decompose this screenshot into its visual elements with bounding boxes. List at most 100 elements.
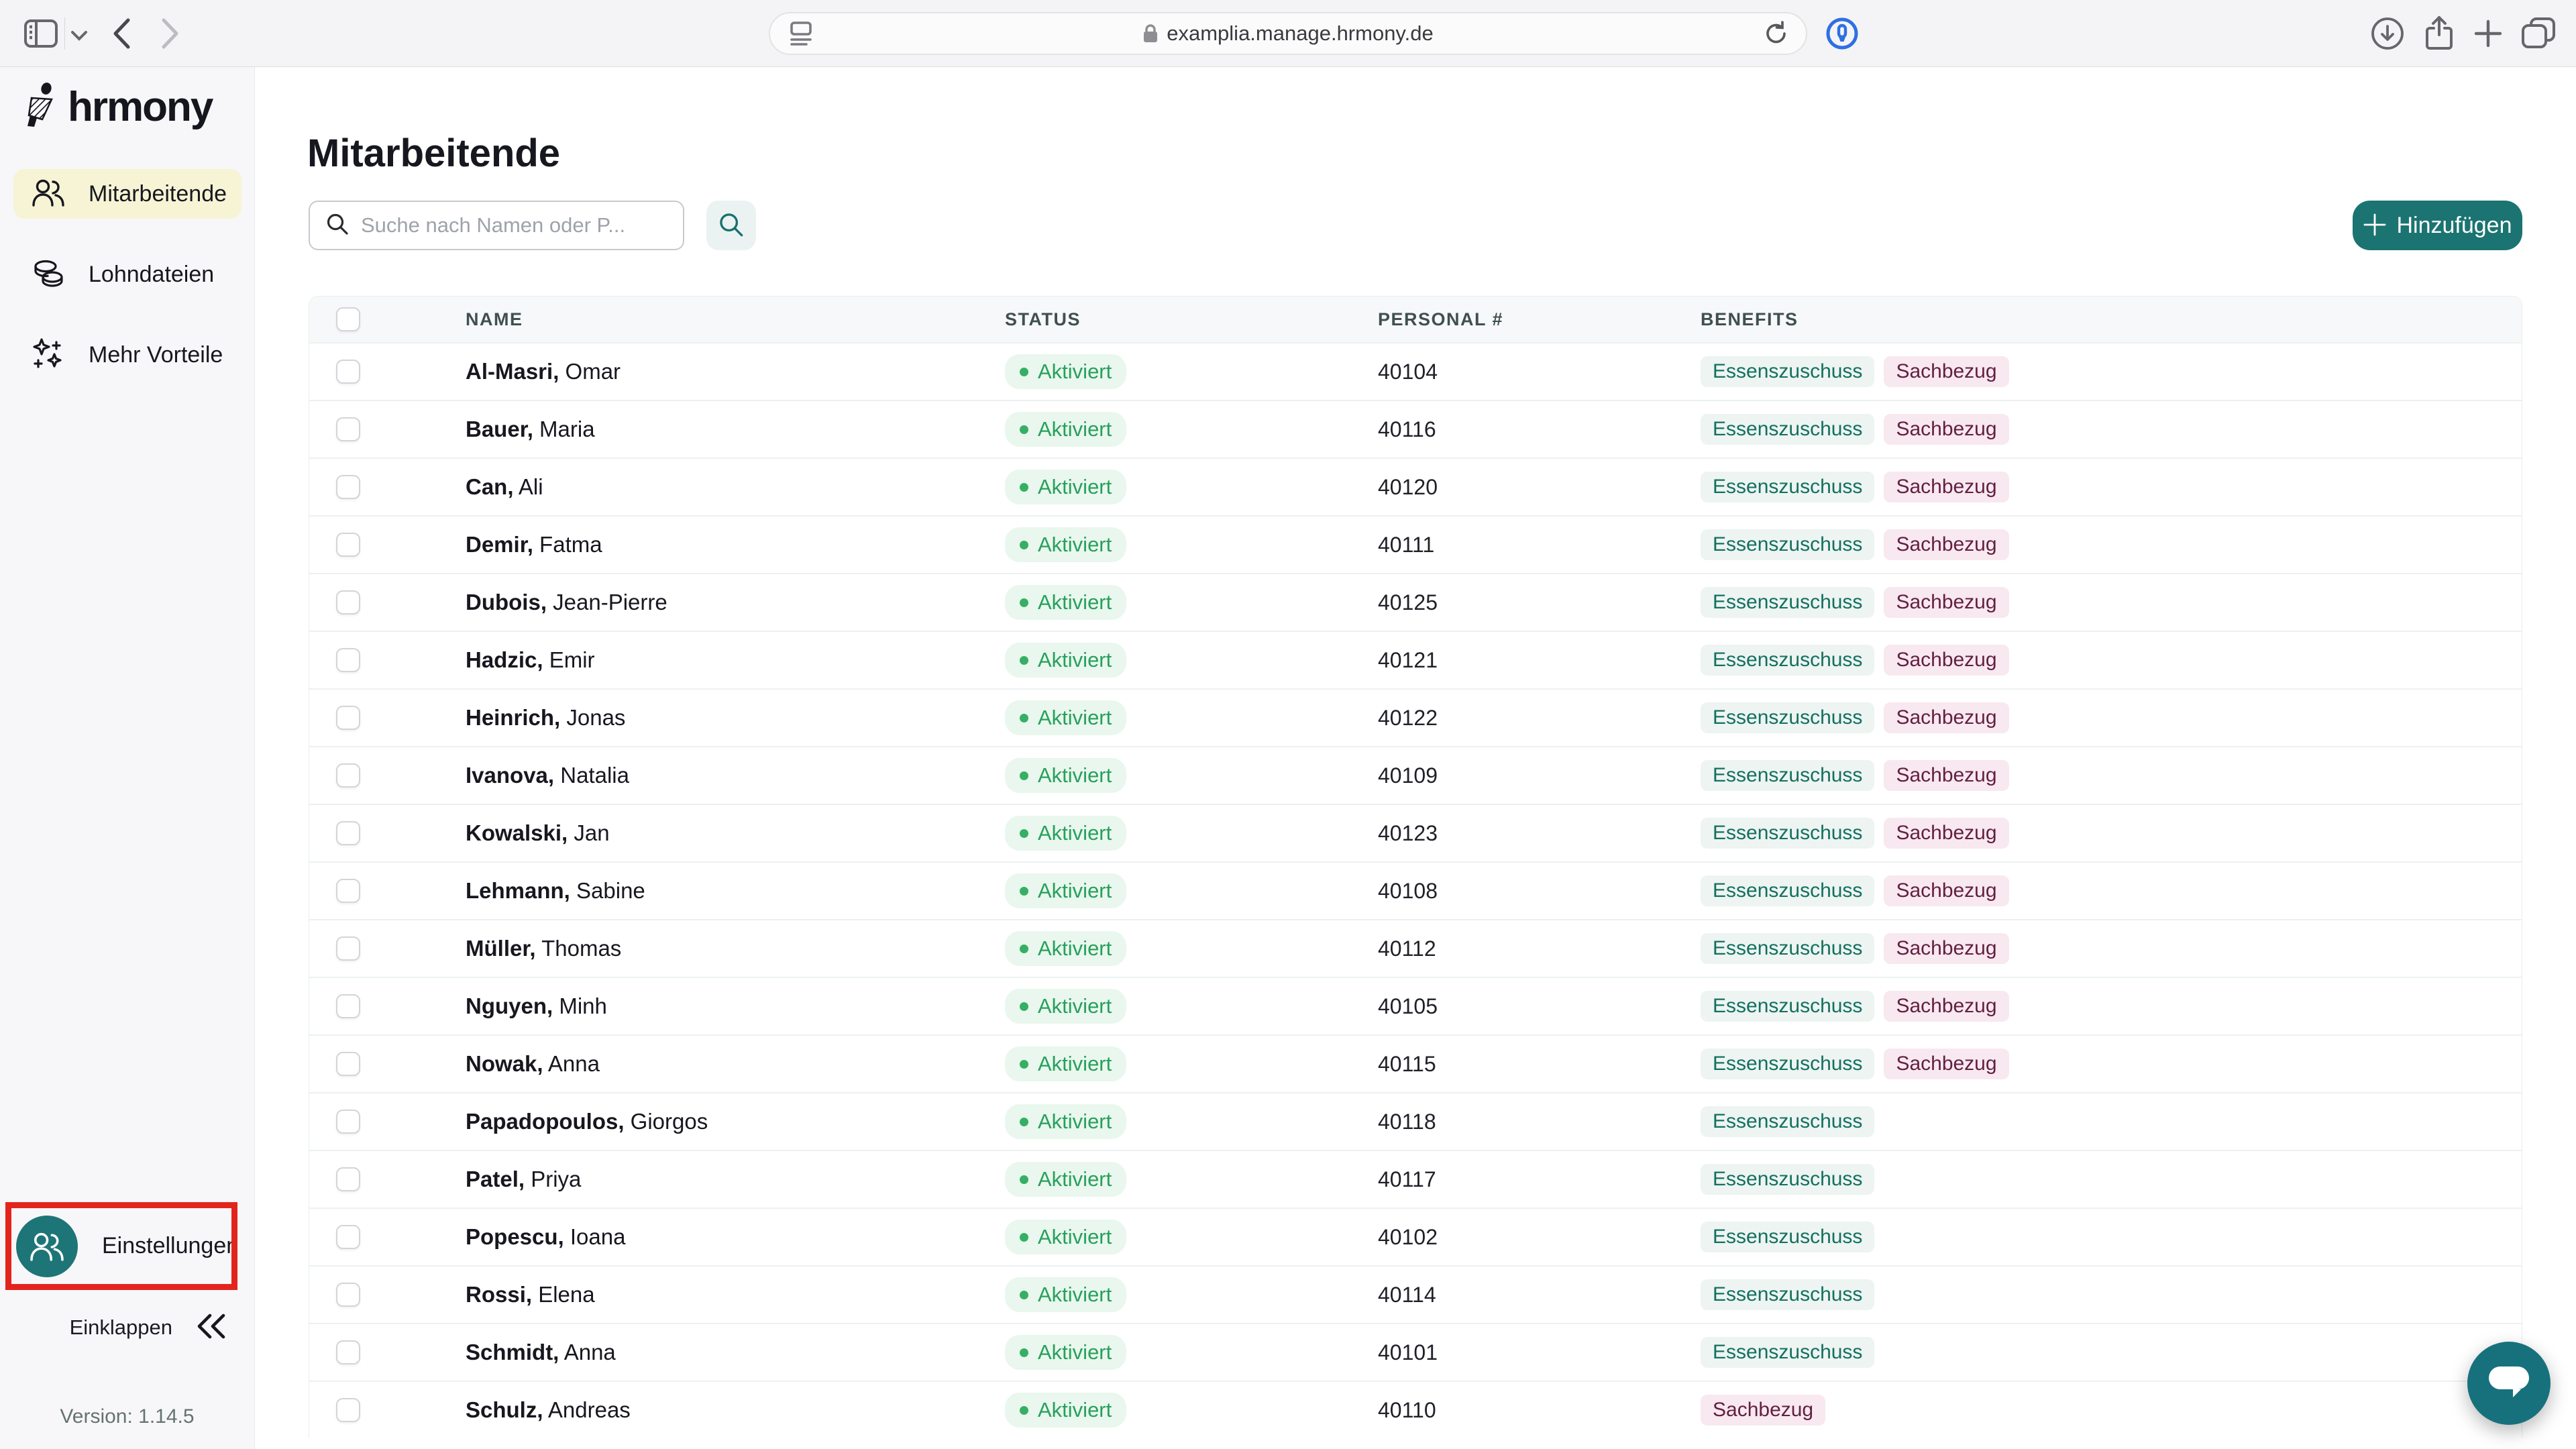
row-checkbox[interactable] (336, 706, 360, 730)
employee-name: Popescu, Ioana (466, 1224, 1005, 1250)
benefits-cell: EssenszuschussSachbezug (1701, 702, 2522, 733)
status-badge: Aktiviert (1005, 1335, 1126, 1370)
benefit-badge: Essenszuschuss (1701, 356, 1874, 387)
table-row[interactable]: Lehmann, Sabine Aktiviert 40108 Essenszu… (309, 861, 2522, 919)
status-badge: Aktiviert (1005, 643, 1126, 678)
chevron-down-icon[interactable] (70, 30, 88, 41)
search-input[interactable] (361, 213, 667, 237)
status-badge: Aktiviert (1005, 1104, 1126, 1139)
sidebar: hrmony Mitarbeitende (0, 67, 255, 1449)
select-all-checkbox[interactable] (336, 307, 360, 331)
status-badge: Aktiviert (1005, 527, 1126, 562)
onepassword-icon[interactable] (1825, 17, 1859, 50)
sidebar-item-lohndateien[interactable]: Lohndateien (13, 250, 241, 299)
table-row[interactable]: Hadzic, Emir Aktiviert 40121 Essenszusch… (309, 631, 2522, 688)
column-header-name: NAME (466, 309, 1005, 330)
download-icon[interactable] (2370, 16, 2405, 51)
employee-name: Müller, Thomas (466, 936, 1005, 961)
benefit-badge: Essenszuschuss (1701, 1337, 1874, 1368)
personal-number: 40105 (1378, 994, 1701, 1019)
search-button[interactable] (706, 201, 756, 250)
table-row[interactable]: Heinrich, Jonas Aktiviert 40122 Essenszu… (309, 688, 2522, 746)
row-checkbox[interactable] (336, 1340, 360, 1364)
benefits-cell: EssenszuschussSachbezug (1701, 875, 2522, 906)
table-row[interactable]: Popescu, Ioana Aktiviert 40102 Essenszus… (309, 1208, 2522, 1265)
benefits-cell: EssenszuschussSachbezug (1701, 818, 2522, 849)
new-tab-icon[interactable] (2473, 18, 2504, 49)
table-row[interactable]: Papadopoulos, Giorgos Aktiviert 40118 Es… (309, 1092, 2522, 1150)
table-row[interactable]: Müller, Thomas Aktiviert 40112 Essenszus… (309, 919, 2522, 977)
personal-number: 40111 (1378, 533, 1701, 557)
row-checkbox[interactable] (336, 1167, 360, 1191)
employee-name: Schmidt, Anna (466, 1340, 1005, 1365)
table-row[interactable]: Bauer, Maria Aktiviert 40116 Essenszusch… (309, 400, 2522, 458)
table-row[interactable]: Kowalski, Jan Aktiviert 40123 Essenszusc… (309, 804, 2522, 861)
personal-number: 40110 (1378, 1398, 1701, 1423)
address-bar[interactable]: examplia.manage.hrmony.de (769, 12, 1807, 55)
forward-icon[interactable] (160, 17, 180, 50)
benefit-badge: Essenszuschuss (1701, 1164, 1874, 1195)
double-chevron-left-icon (197, 1313, 226, 1343)
status-dot-icon (1020, 1118, 1028, 1126)
share-icon[interactable] (2423, 15, 2455, 52)
settings-avatar (16, 1216, 78, 1277)
benefit-badge: Essenszuschuss (1701, 529, 1874, 560)
row-checkbox[interactable] (336, 590, 360, 614)
sparkles-icon (32, 338, 64, 372)
table-row[interactable]: Nguyen, Minh Aktiviert 40105 Essenszusch… (309, 977, 2522, 1034)
personal-number: 40118 (1378, 1110, 1701, 1134)
table-row[interactable]: Schmidt, Anna Aktiviert 40101 Essenszusc… (309, 1323, 2522, 1381)
table-row[interactable]: Dubois, Jean-Pierre Aktiviert 40125 Esse… (309, 573, 2522, 631)
row-checkbox[interactable] (336, 1052, 360, 1076)
table-row[interactable]: Nowak, Anna Aktiviert 40115 Essenszuschu… (309, 1034, 2522, 1092)
status-badge: Aktiviert (1005, 1220, 1126, 1254)
sidebar-item-einstellungen[interactable]: Einstellungen (5, 1202, 237, 1290)
status-badge: Aktiviert (1005, 1046, 1126, 1081)
table-row[interactable]: Schulz, Andreas Aktiviert 40110 Sachbezu… (309, 1381, 2522, 1438)
table-row[interactable]: Al-Masri, Omar Aktiviert 40104 Essenszus… (309, 342, 2522, 400)
row-checkbox[interactable] (336, 360, 360, 384)
status-dot-icon (1020, 483, 1028, 492)
benefit-badge: Essenszuschuss (1701, 1106, 1874, 1137)
benefits-cell: Essenszuschuss (1701, 1164, 2522, 1195)
row-checkbox[interactable] (336, 1398, 360, 1422)
row-checkbox[interactable] (336, 936, 360, 961)
row-checkbox[interactable] (336, 879, 360, 903)
tabs-overview-icon[interactable] (2520, 16, 2557, 51)
plus-icon (2363, 213, 2387, 239)
personal-number: 40102 (1378, 1225, 1701, 1250)
status-badge: Aktiviert (1005, 1162, 1126, 1197)
row-checkbox[interactable] (336, 1110, 360, 1134)
table-row[interactable]: Demir, Fatma Aktiviert 40111 Essenszusch… (309, 515, 2522, 573)
benefit-badge: Essenszuschuss (1701, 702, 1874, 733)
sidebar-toggle-icon[interactable] (23, 19, 58, 48)
benefit-badge: Essenszuschuss (1701, 818, 1874, 849)
benefits-cell: EssenszuschussSachbezug (1701, 933, 2522, 964)
table-header-row: NAME STATUS PERSONAL # BENEFITS (309, 297, 2522, 342)
table-row[interactable]: Can, Ali Aktiviert 40120 EssenszuschussS… (309, 458, 2522, 515)
row-checkbox[interactable] (336, 1225, 360, 1249)
row-checkbox[interactable] (336, 994, 360, 1018)
back-icon[interactable] (111, 17, 131, 50)
add-employee-button[interactable]: Hinzufügen (2353, 201, 2522, 250)
row-checkbox[interactable] (336, 763, 360, 788)
chat-button[interactable] (2467, 1342, 2551, 1425)
table-row[interactable]: Ivanova, Natalia Aktiviert 40109 Essensz… (309, 746, 2522, 804)
reload-icon[interactable] (1764, 21, 1788, 46)
collapse-sidebar-button[interactable]: Einklappen (27, 1311, 226, 1344)
row-checkbox[interactable] (336, 648, 360, 672)
row-checkbox[interactable] (336, 533, 360, 557)
status-dot-icon (1020, 541, 1028, 549)
personal-number: 40108 (1378, 879, 1701, 904)
row-checkbox[interactable] (336, 821, 360, 845)
row-checkbox[interactable] (336, 417, 360, 441)
settings-label: Einstellungen (102, 1233, 239, 1259)
benefits-cell: Essenszuschuss (1701, 1106, 2522, 1137)
sidebar-item-mehr-vorteile[interactable]: Mehr Vorteile (13, 330, 241, 380)
row-checkbox[interactable] (336, 1283, 360, 1307)
page-title: Mitarbeitende (307, 131, 560, 176)
table-row[interactable]: Rossi, Elena Aktiviert 40114 Essenszusch… (309, 1265, 2522, 1323)
row-checkbox[interactable] (336, 475, 360, 499)
table-row[interactable]: Patel, Priya Aktiviert 40117 Essenszusch… (309, 1150, 2522, 1208)
sidebar-item-mitarbeitende[interactable]: Mitarbeitende (13, 169, 241, 219)
